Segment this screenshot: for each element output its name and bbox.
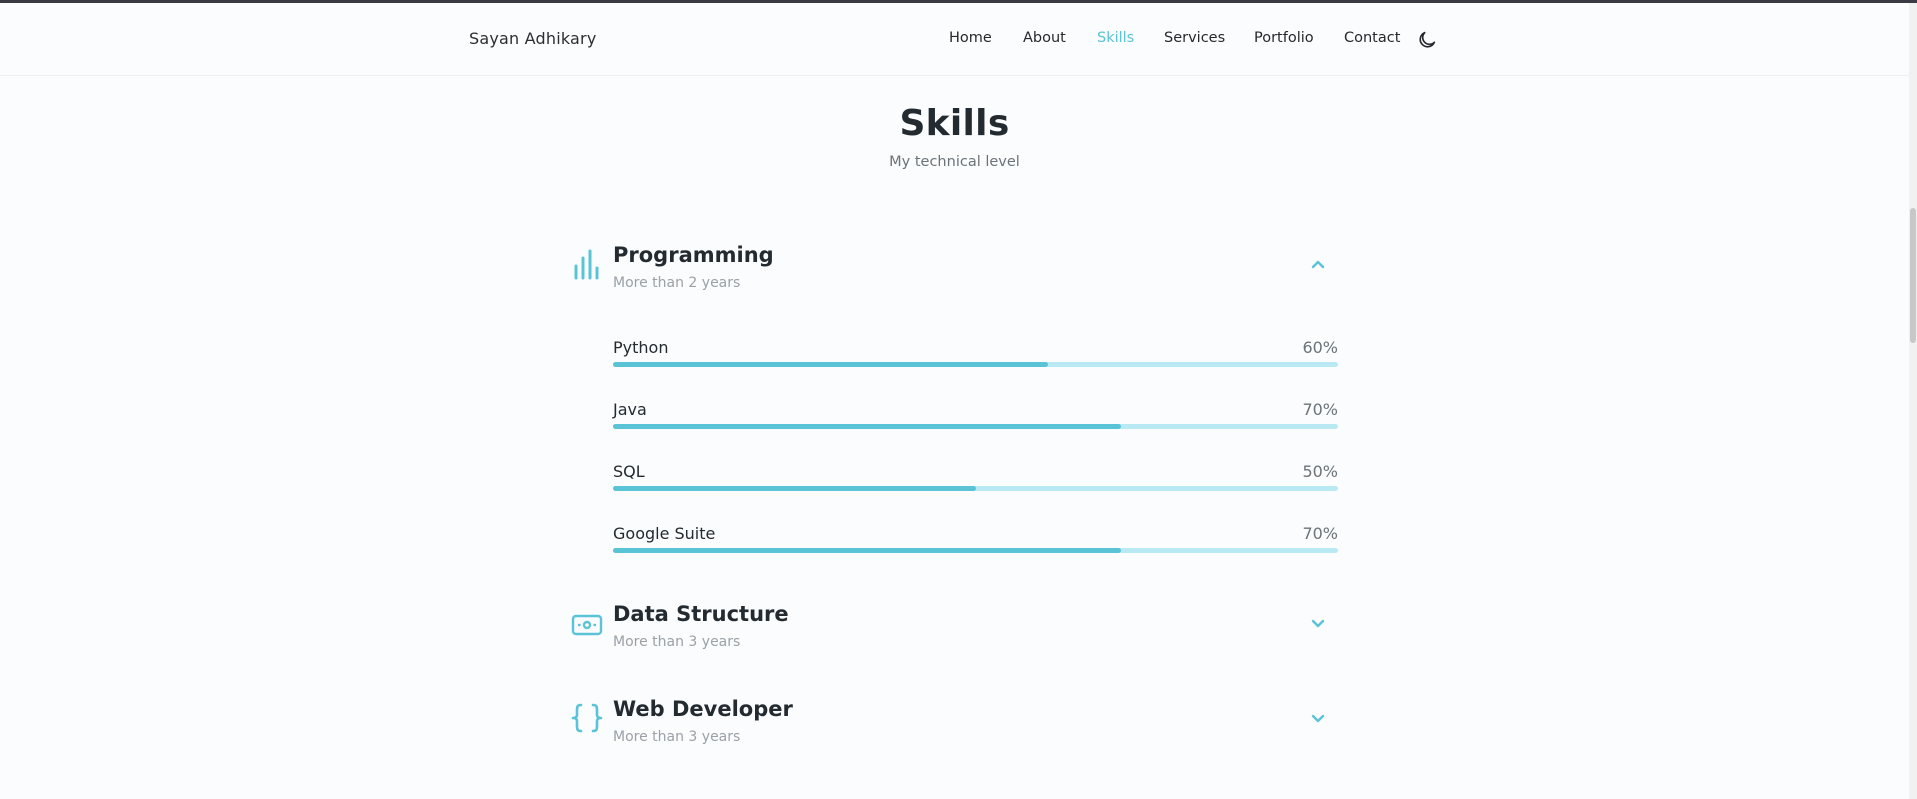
scrollbar-thumb[interactable] xyxy=(1910,208,1916,343)
nav-home[interactable]: Home xyxy=(949,30,992,46)
skill-percent: 60% xyxy=(1302,338,1338,357)
category-subtitle: More than 3 years xyxy=(613,634,741,650)
nav-portfolio[interactable]: Portfolio xyxy=(1254,30,1314,46)
skill-percent: 70% xyxy=(1302,400,1338,419)
skill-google-suite: Google Suite 70% xyxy=(613,524,1338,564)
site-header: Sayan Adhikary Home About Skills Service… xyxy=(0,3,1909,76)
category-programming-header[interactable]: Programming More than 2 years xyxy=(568,243,1338,305)
chevron-down-icon[interactable] xyxy=(1309,709,1327,727)
skill-bar-track xyxy=(613,486,1338,491)
category-subtitle: More than 3 years xyxy=(613,729,741,745)
section-subtitle: My technical level xyxy=(889,154,1020,170)
page-scrollbar[interactable] xyxy=(1909,3,1917,799)
skill-bar-fill xyxy=(613,548,1121,553)
category-title: Web Developer xyxy=(613,697,793,721)
nav-contact[interactable]: Contact xyxy=(1344,30,1400,46)
skill-percent: 70% xyxy=(1302,524,1338,543)
section-title: Skills xyxy=(899,103,1010,144)
skill-name: SQL xyxy=(613,462,645,481)
skill-bar-track xyxy=(613,424,1338,429)
skill-percent: 50% xyxy=(1302,462,1338,481)
bar-chart-icon xyxy=(570,245,604,283)
site-logo[interactable]: Sayan Adhikary xyxy=(469,29,597,48)
moon-icon[interactable] xyxy=(1416,29,1438,51)
chevron-down-icon[interactable] xyxy=(1309,614,1327,632)
nav-skills[interactable]: Skills xyxy=(1097,30,1134,46)
skill-name: Python xyxy=(613,338,669,357)
chevron-up-icon[interactable] xyxy=(1309,255,1327,273)
nav-about[interactable]: About xyxy=(1023,30,1066,46)
money-bill-icon xyxy=(570,604,604,642)
nav-services[interactable]: Services xyxy=(1164,30,1225,46)
skill-bar-fill xyxy=(613,362,1048,367)
braces-icon xyxy=(570,699,604,737)
skill-bar-track xyxy=(613,548,1338,553)
skill-bar-fill xyxy=(613,424,1121,429)
skill-bar-fill xyxy=(613,486,976,491)
category-title: Data Structure xyxy=(613,602,789,626)
skill-bar-track xyxy=(613,362,1338,367)
category-web-developer-header[interactable]: Web Developer More than 3 years xyxy=(568,697,1338,759)
category-title: Programming xyxy=(613,243,774,267)
category-subtitle: More than 2 years xyxy=(613,275,741,291)
skill-sql: SQL 50% xyxy=(613,462,1338,502)
skill-java: Java 70% xyxy=(613,400,1338,440)
skill-python: Python 60% xyxy=(613,338,1338,378)
category-data-structure-header[interactable]: Data Structure More than 3 years xyxy=(568,602,1338,664)
skill-name: Java xyxy=(613,400,647,419)
skill-name: Google Suite xyxy=(613,524,716,543)
